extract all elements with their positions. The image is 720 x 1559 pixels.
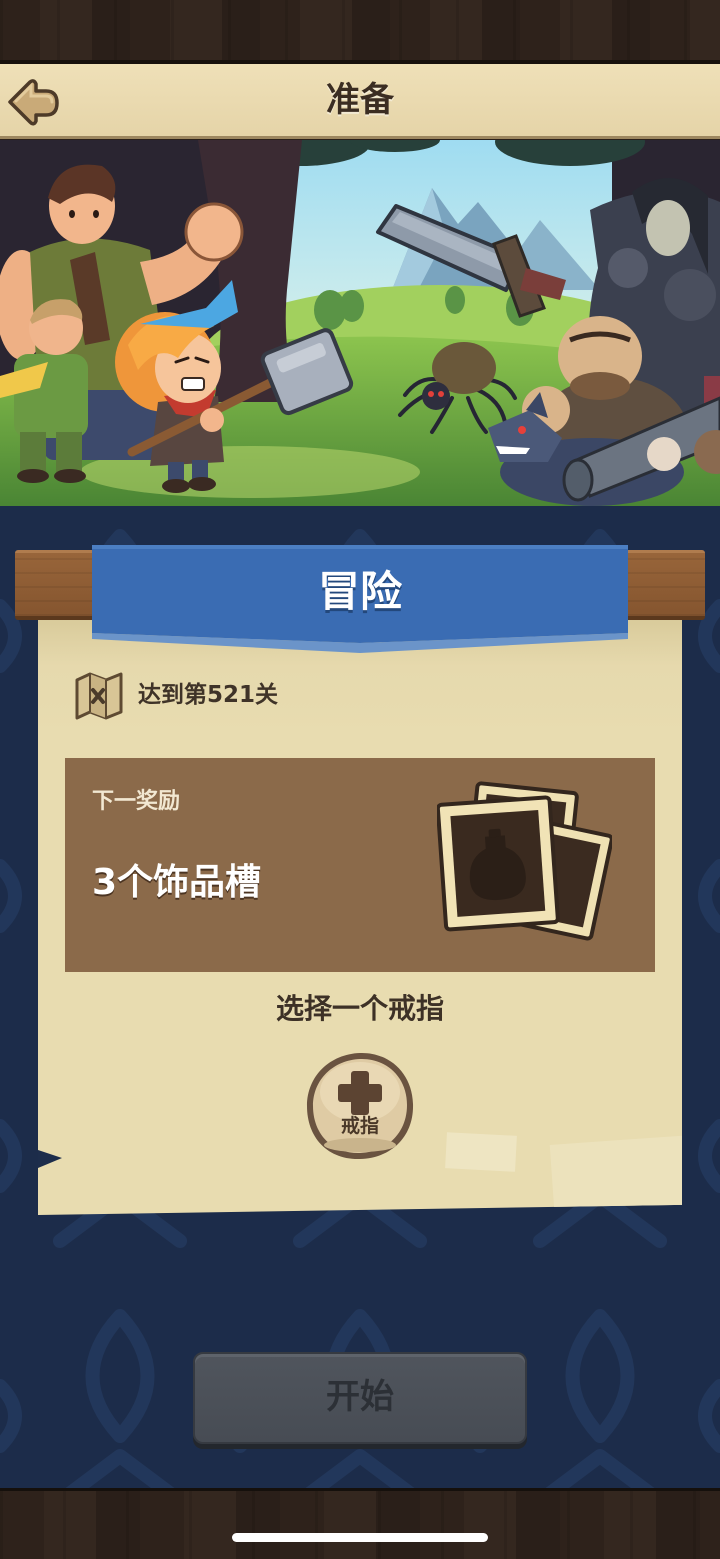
bottom-bar [0,1488,720,1559]
select-ring-prompt: 选择一个戒指 [275,992,444,1025]
ring-slot-badge [307,1052,414,1160]
parchment-highlight [445,1132,517,1172]
start-button[interactable]: 开始 [193,1352,527,1444]
page-title: 准备 [326,80,394,120]
ring-slot-label: 戒指 [340,1115,379,1137]
parchment-torn-corner [38,1150,62,1168]
hero-illustration [0,140,720,506]
add-ring-button[interactable]: 戒指 [304,1050,416,1162]
back-button[interactable] [6,76,60,128]
parchment-highlight [549,1135,682,1215]
back-arrow-icon [8,79,59,126]
top-status-bar [0,0,720,60]
banner-title: 冒险 [317,567,402,616]
next-reward-value: 3个饰品槽 [92,862,262,903]
next-reward-label: 下一奖励 [92,789,181,814]
home-indicator[interactable] [232,1533,488,1542]
accessory-cards-icon [437,781,612,941]
map-icon [75,672,123,720]
level-progress-text: 达到第521关 [138,682,279,708]
